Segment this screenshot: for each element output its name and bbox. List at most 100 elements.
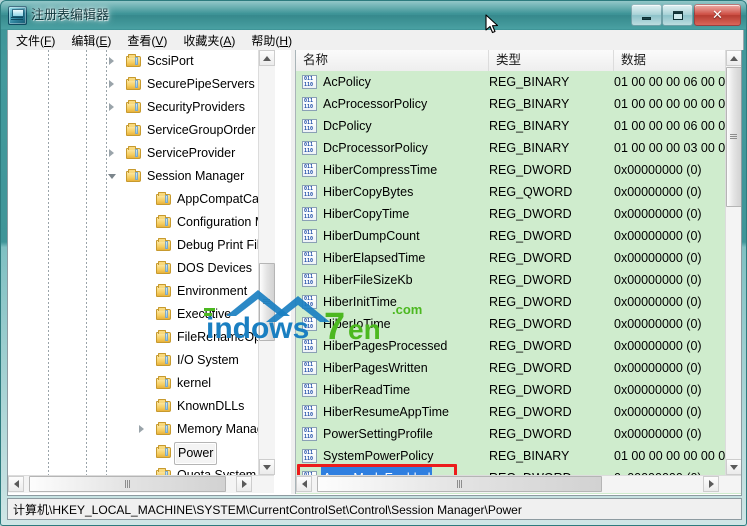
tree-item-debug-print-filter[interactable]: Debug Print Filter: [8, 234, 274, 257]
registry-value-icon: [302, 229, 317, 243]
tree-item-configuration-ma[interactable]: Configuration Ma: [8, 211, 274, 234]
menu-item-5[interactable]: 帮助(H): [243, 30, 300, 51]
column-header-label: 名称: [303, 53, 329, 67]
value-data: 0x00000000 (0): [614, 163, 702, 177]
table-row[interactable]: SystemPowerPolicy REG_BINARY 01 00 00 00 0…: [296, 445, 725, 467]
tree-item-servicegrouporder[interactable]: ServiceGroupOrder: [8, 119, 274, 142]
list-vertical-scrollbar[interactable]: [725, 50, 741, 475]
tree-item-appcompatcache[interactable]: AppCompatCache: [8, 188, 274, 211]
tree-scroll-right-button[interactable]: [236, 476, 252, 492]
column-header-2[interactable]: 类型: [489, 50, 614, 71]
tree-item-securityproviders[interactable]: SecurityProviders: [8, 96, 274, 119]
chevron-right-icon[interactable]: [108, 103, 117, 112]
folder-icon: [126, 100, 142, 114]
list-scroll-thumb[interactable]: [726, 67, 741, 207]
list-scroll-left-button[interactable]: [296, 476, 312, 492]
registry-path-text: 计算机\HKEY_LOCAL_MACHINE\SYSTEM\CurrentCon…: [13, 502, 522, 517]
table-row[interactable]: AcPolicy REG_BINARY 01 00 00 00 06 00 0: [296, 71, 725, 93]
list-scroll-down-button[interactable]: [726, 459, 741, 475]
tree-item-label: Power: [174, 442, 218, 465]
tree-hscroll-thumb[interactable]: [29, 476, 226, 492]
value-type: REG_DWORD: [489, 317, 572, 331]
table-row[interactable]: HiberCompressTime REG_DWORD 0x00000000 (0): [296, 159, 725, 181]
minimize-button[interactable]: [631, 4, 662, 26]
table-row[interactable]: AcProcessorPolicy REG_BINARY 01 00 00 00 0…: [296, 93, 725, 115]
tree-scroll-left-button[interactable]: [8, 476, 24, 492]
tree-horizontal-scrollbar[interactable]: [8, 475, 274, 493]
table-row[interactable]: DcPolicy REG_BINARY 01 00 00 00 06 00 0: [296, 115, 725, 137]
table-row[interactable]: HiberCopyBytes REG_QWORD 0x00000000 (0): [296, 181, 725, 203]
registry-value-icon: [302, 273, 317, 287]
tree-item-quota-system[interactable]: Quota System: [8, 464, 274, 475]
table-row[interactable]: HiberPagesWritten REG_DWORD 0x00000000 (0): [296, 357, 725, 379]
column-header-1[interactable]: 名称: [296, 50, 489, 71]
tree-item-scsiport[interactable]: ScsiPort: [8, 50, 274, 73]
registry-values-list[interactable]: AcPolicyREG_BINARY01 00 00 00 06 00 0AcP…: [296, 71, 725, 475]
tree-scroll-up-button[interactable]: [259, 50, 275, 66]
registry-value-icon: [302, 405, 317, 419]
registry-value-icon: [302, 295, 317, 309]
table-row[interactable]: AwayModeEnabled REG_DWORD 0x00000000 (0): [296, 467, 725, 475]
registry-value-icon: [302, 185, 317, 199]
table-row[interactable]: HiberCopyTime REG_DWORD 0x00000000 (0): [296, 203, 725, 225]
chevron-right-icon[interactable]: [108, 149, 117, 158]
tree-item-session-manager[interactable]: Session Manager: [8, 165, 274, 188]
tree-item-securepipeservers[interactable]: SecurePipeServers: [8, 73, 274, 96]
tree-item-power[interactable]: Power: [8, 441, 274, 465]
maximize-button[interactable]: [662, 4, 693, 26]
folder-icon: [156, 261, 172, 275]
table-row[interactable]: HiberInitTime REG_DWORD 0x00000000 (0): [296, 291, 725, 313]
table-row[interactable]: HiberElapsedTime REG_DWORD 0x00000000 (0): [296, 247, 725, 269]
tree-vertical-scrollbar[interactable]: [258, 50, 275, 475]
tree-item-dos-devices[interactable]: DOS Devices: [8, 257, 274, 280]
table-row[interactable]: HiberResumeAppTime REG_DWORD 0x00000000 (0…: [296, 401, 725, 423]
value-data: 0x00000000 (0): [614, 185, 702, 199]
value-data: 0x00000000 (0): [614, 207, 702, 221]
table-row[interactable]: HiberDumpCount REG_DWORD 0x00000000 (0): [296, 225, 725, 247]
tree-scroll-thumb[interactable]: [259, 263, 275, 341]
tree-scroll-viewport[interactable]: ScsiPort SecurePipeServers SecurityProvide…: [8, 50, 274, 475]
table-row[interactable]: HiberFileSizeKb REG_DWORD 0x00000000 (0): [296, 269, 725, 291]
value-data: 0x00000000 (0): [614, 273, 702, 287]
table-row[interactable]: HiberReadTime REG_DWORD 0x00000000 (0): [296, 379, 725, 401]
chevron-right-icon[interactable]: [108, 80, 117, 89]
tree-scroll-down-button[interactable]: [259, 459, 275, 475]
tree-item-environment[interactable]: Environment: [8, 280, 274, 303]
close-button[interactable]: ✕: [694, 4, 741, 26]
tree-item-filerenameopera[interactable]: FileRenameOpera: [8, 326, 274, 349]
table-row[interactable]: HiberIoTime REG_DWORD 0x00000000 (0): [296, 313, 725, 335]
menu-item-label: 收藏夹(: [183, 33, 224, 48]
tree-item-knowndlls[interactable]: KnownDLLs: [8, 395, 274, 418]
table-row[interactable]: PowerSettingProfile REG_DWORD 0x00000000 (…: [296, 423, 725, 445]
menu-item-label: 编辑(: [71, 33, 100, 48]
tree-item-label: ServiceGroupOrder: [147, 123, 256, 137]
value-name: PowerSettingProfile: [323, 427, 433, 441]
tree-item-label: KnownDLLs: [177, 399, 245, 413]
menu-item-1[interactable]: 文件(F): [8, 30, 63, 51]
value-name: HiberResumeAppTime: [323, 405, 449, 419]
table-row[interactable]: DcProcessorPolicy REG_BINARY 01 00 00 00 0…: [296, 137, 725, 159]
menu-item-3[interactable]: 查看(V): [119, 30, 175, 51]
registry-value-icon: [302, 207, 317, 221]
folder-icon: [156, 307, 172, 321]
list-scroll-up-button[interactable]: [726, 50, 741, 66]
chevron-right-icon[interactable]: [138, 425, 147, 434]
tree-item-serviceprovider[interactable]: ServiceProvider: [8, 142, 274, 165]
chevron-down-icon[interactable]: [108, 172, 117, 181]
title-bar[interactable]: 注册表编辑器 ✕: [1, 1, 746, 29]
tree-item-kernel[interactable]: kernel: [8, 372, 274, 395]
value-type: REG_DWORD: [489, 229, 572, 243]
value-data: 0x00000000 (0): [614, 467, 702, 475]
column-header-3[interactable]: 数据: [614, 50, 741, 71]
folder-icon: [156, 238, 172, 252]
tree-item-memory-manage[interactable]: Memory Manage: [8, 418, 274, 441]
tree-item-executive[interactable]: Executive: [8, 303, 274, 326]
table-row[interactable]: HiberPagesProcessed REG_DWORD 0x00000000 (…: [296, 335, 725, 357]
list-horizontal-scrollbar[interactable]: [296, 475, 741, 493]
list-scroll-right-button[interactable]: [703, 476, 719, 492]
tree-item-i-o-system[interactable]: I/O System: [8, 349, 274, 372]
chevron-right-icon[interactable]: [108, 57, 117, 66]
menu-item-4[interactable]: 收藏夹(A): [175, 30, 243, 51]
menu-item-2[interactable]: 编辑(E): [63, 30, 119, 51]
list-hscroll-thumb[interactable]: [317, 476, 602, 492]
